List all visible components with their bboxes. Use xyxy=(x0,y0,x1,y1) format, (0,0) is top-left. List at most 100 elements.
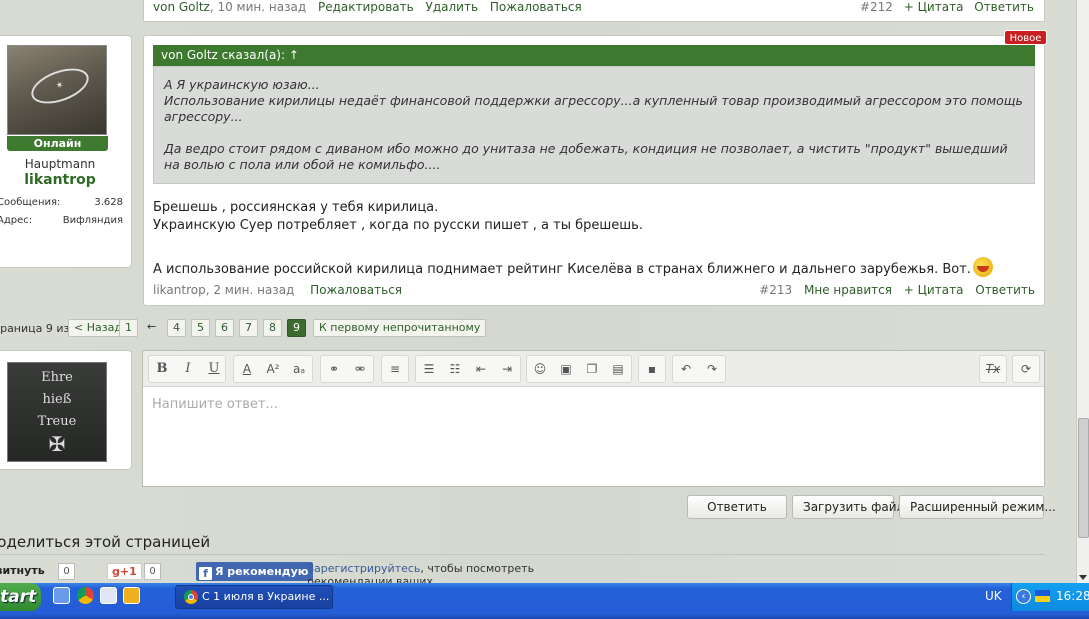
image-icon[interactable]: ▣ xyxy=(553,356,579,382)
previous-post: von Goltz, 10 мин. назад Редактировать У… xyxy=(143,0,1045,22)
toggle-bbcode-icon[interactable]: ⟳ xyxy=(1013,356,1039,382)
bbcode-group: ⟳ xyxy=(1012,355,1040,383)
facebook-signup-link[interactable]: Зарегистрируйтесь xyxy=(307,562,420,575)
remove-format-group: Tx xyxy=(979,355,1007,383)
avatar-text-line: Treue xyxy=(37,414,77,429)
facebook-recommend-label: Я рекомендую xyxy=(215,565,309,578)
link-icon[interactable]: ⚭ xyxy=(321,356,347,382)
gplus-count: 0 xyxy=(144,563,161,580)
smiley-icon[interactable]: ☺ xyxy=(527,356,553,382)
delete-link[interactable]: Удалить xyxy=(426,0,479,14)
indent-icon[interactable]: ⇥ xyxy=(494,356,520,382)
facebook-icon: f xyxy=(199,567,212,580)
quote-header[interactable]: von Goltz сказал(а): ↑ xyxy=(153,45,1035,66)
post-213: von Goltz сказал(а): ↑ А Я украинскую юз… xyxy=(143,35,1045,306)
numbered-list-icon[interactable]: ☷ xyxy=(442,356,468,382)
quote-line: Использование кирилицы недаёт финансовой… xyxy=(164,93,1023,124)
reply-button[interactable]: Ответить xyxy=(687,495,787,519)
page-scrollbar[interactable] xyxy=(1076,0,1089,583)
chrome-quicklaunch-icon[interactable] xyxy=(77,587,94,604)
media-icon[interactable]: ❐ xyxy=(579,356,605,382)
taskbar-window-title: С 1 июля в Украине ... xyxy=(202,590,330,603)
unlink-icon[interactable]: ⚮ xyxy=(347,356,373,382)
remove-format-button[interactable]: Tx xyxy=(980,356,1006,382)
text-style-group: B I U xyxy=(148,355,226,383)
chrome-icon xyxy=(184,590,198,604)
message-line: Брешешь , россиянская у тебя кирилица. xyxy=(153,200,439,215)
show-desktop-icon[interactable] xyxy=(53,587,70,604)
prev-quote-link[interactable]: + Цитата xyxy=(904,0,964,14)
font-group: A A² aₐ xyxy=(233,355,313,383)
font-color-button[interactable]: A xyxy=(234,356,260,382)
upload-file-button[interactable]: Загрузить файл xyxy=(792,495,904,519)
prev-post-author[interactable]: von Goltz xyxy=(153,0,210,14)
quote-line: Да ведро стоит рядом с диваном ибо можно… xyxy=(164,141,1008,172)
align-left-icon[interactable]: ≡ xyxy=(382,356,408,382)
start-button[interactable]: start xyxy=(0,583,41,611)
report-link[interactable]: Пожаловаться xyxy=(310,283,402,297)
page-7-button[interactable]: 7 xyxy=(239,319,258,337)
reply-input[interactable]: Напишите ответ... xyxy=(152,397,278,412)
scrollbar-thumb[interactable] xyxy=(1078,418,1089,538)
page-8-button[interactable]: 8 xyxy=(263,319,282,337)
media-player-icon[interactable] xyxy=(100,587,117,604)
avatar-text-line: hieß xyxy=(42,392,72,407)
scroll-down-arrow-icon[interactable] xyxy=(1079,575,1087,580)
report-link[interactable]: Пожаловаться xyxy=(490,0,582,14)
tray-expand-icon[interactable]: ‹ xyxy=(1016,589,1031,604)
post-author-link[interactable]: likantrop xyxy=(153,283,206,297)
messages-label: Сообщения: xyxy=(0,197,61,208)
prev-post-time: , 10 мин. назад xyxy=(209,0,307,14)
prev-reply-link[interactable]: Ответить xyxy=(974,0,1034,14)
like-link[interactable]: Мне нравится xyxy=(804,283,892,297)
advanced-mode-button[interactable]: Расширенный режим... xyxy=(899,495,1056,519)
avatar[interactable]: ✶ xyxy=(7,45,107,135)
redo-icon[interactable]: ↷ xyxy=(699,356,725,382)
outdent-icon[interactable]: ⇤ xyxy=(468,356,494,382)
page-5-button[interactable]: 5 xyxy=(191,319,210,337)
italic-button[interactable]: I xyxy=(175,356,201,382)
post-number[interactable]: #213 xyxy=(759,283,792,297)
underline-button[interactable]: U xyxy=(201,356,227,382)
history-group: ↶ ↷ xyxy=(672,355,726,383)
undo-icon[interactable]: ↶ xyxy=(673,356,699,382)
edit-link[interactable]: Редактировать xyxy=(318,0,414,14)
username-link[interactable]: likantrop xyxy=(0,172,123,188)
address-value: Вифляндия xyxy=(62,215,123,226)
page-1-button[interactable]: 1 xyxy=(119,319,138,337)
first-unread-button[interactable]: К первому непрочитанному xyxy=(313,319,487,337)
font-size-button[interactable]: A² xyxy=(260,356,286,382)
reply-avatar[interactable]: Ehre hieß Treue ✠ xyxy=(7,362,107,462)
taskbar-clock[interactable]: 16:28 xyxy=(1056,589,1089,603)
avatar-text-line: Ehre xyxy=(41,370,73,385)
taskbar-browser-window[interactable]: С 1 июля в Украине ... xyxy=(175,585,333,609)
page-6-button[interactable]: 6 xyxy=(215,319,234,337)
share-title: Поделиться этой страницей xyxy=(0,533,211,551)
bullet-list-icon[interactable]: ☰ xyxy=(416,356,442,382)
new-badge: Новое xyxy=(1004,30,1047,45)
quote-link[interactable]: + Цитата xyxy=(904,283,964,297)
tongue-smiley-icon xyxy=(972,257,993,277)
previous-post-meta: von Goltz, 10 мин. назад Редактировать У… xyxy=(153,0,590,14)
bold-button[interactable]: B xyxy=(149,356,175,382)
clock-app-icon[interactable] xyxy=(123,587,140,604)
previous-post-actions: #212 + Цитата Ответить xyxy=(853,0,1034,14)
user-rank: Hauptmann xyxy=(24,157,96,171)
message-line-with-smiley: А использование российской кирилица подн… xyxy=(153,257,1033,279)
quote-line: А Я украинскую юзаю... xyxy=(164,77,320,92)
reply-link[interactable]: Ответить xyxy=(975,283,1035,297)
page-4-button[interactable]: 4 xyxy=(167,319,186,337)
language-indicator[interactable]: UK xyxy=(985,589,1002,603)
insert-more-icon[interactable]: ▤ xyxy=(605,356,631,382)
quote-body: А Я украинскую юзаю... Использование кир… xyxy=(153,66,1035,184)
prev-post-number[interactable]: #212 xyxy=(860,0,893,14)
align-group: ≡ xyxy=(381,355,409,383)
tweet-button[interactable]: Твитнуть xyxy=(0,564,45,577)
page-9-current[interactable]: 9 xyxy=(287,319,306,337)
ukraine-flag-icon[interactable] xyxy=(1035,590,1050,602)
font-family-button[interactable]: aₐ xyxy=(286,356,312,382)
gplus-button[interactable]: g+1 xyxy=(107,563,142,580)
facebook-recommend-button[interactable]: fЯ рекомендую xyxy=(196,562,314,581)
messages-value[interactable]: 3.628 xyxy=(94,197,123,208)
save-draft-icon[interactable]: ▪ xyxy=(639,356,665,382)
